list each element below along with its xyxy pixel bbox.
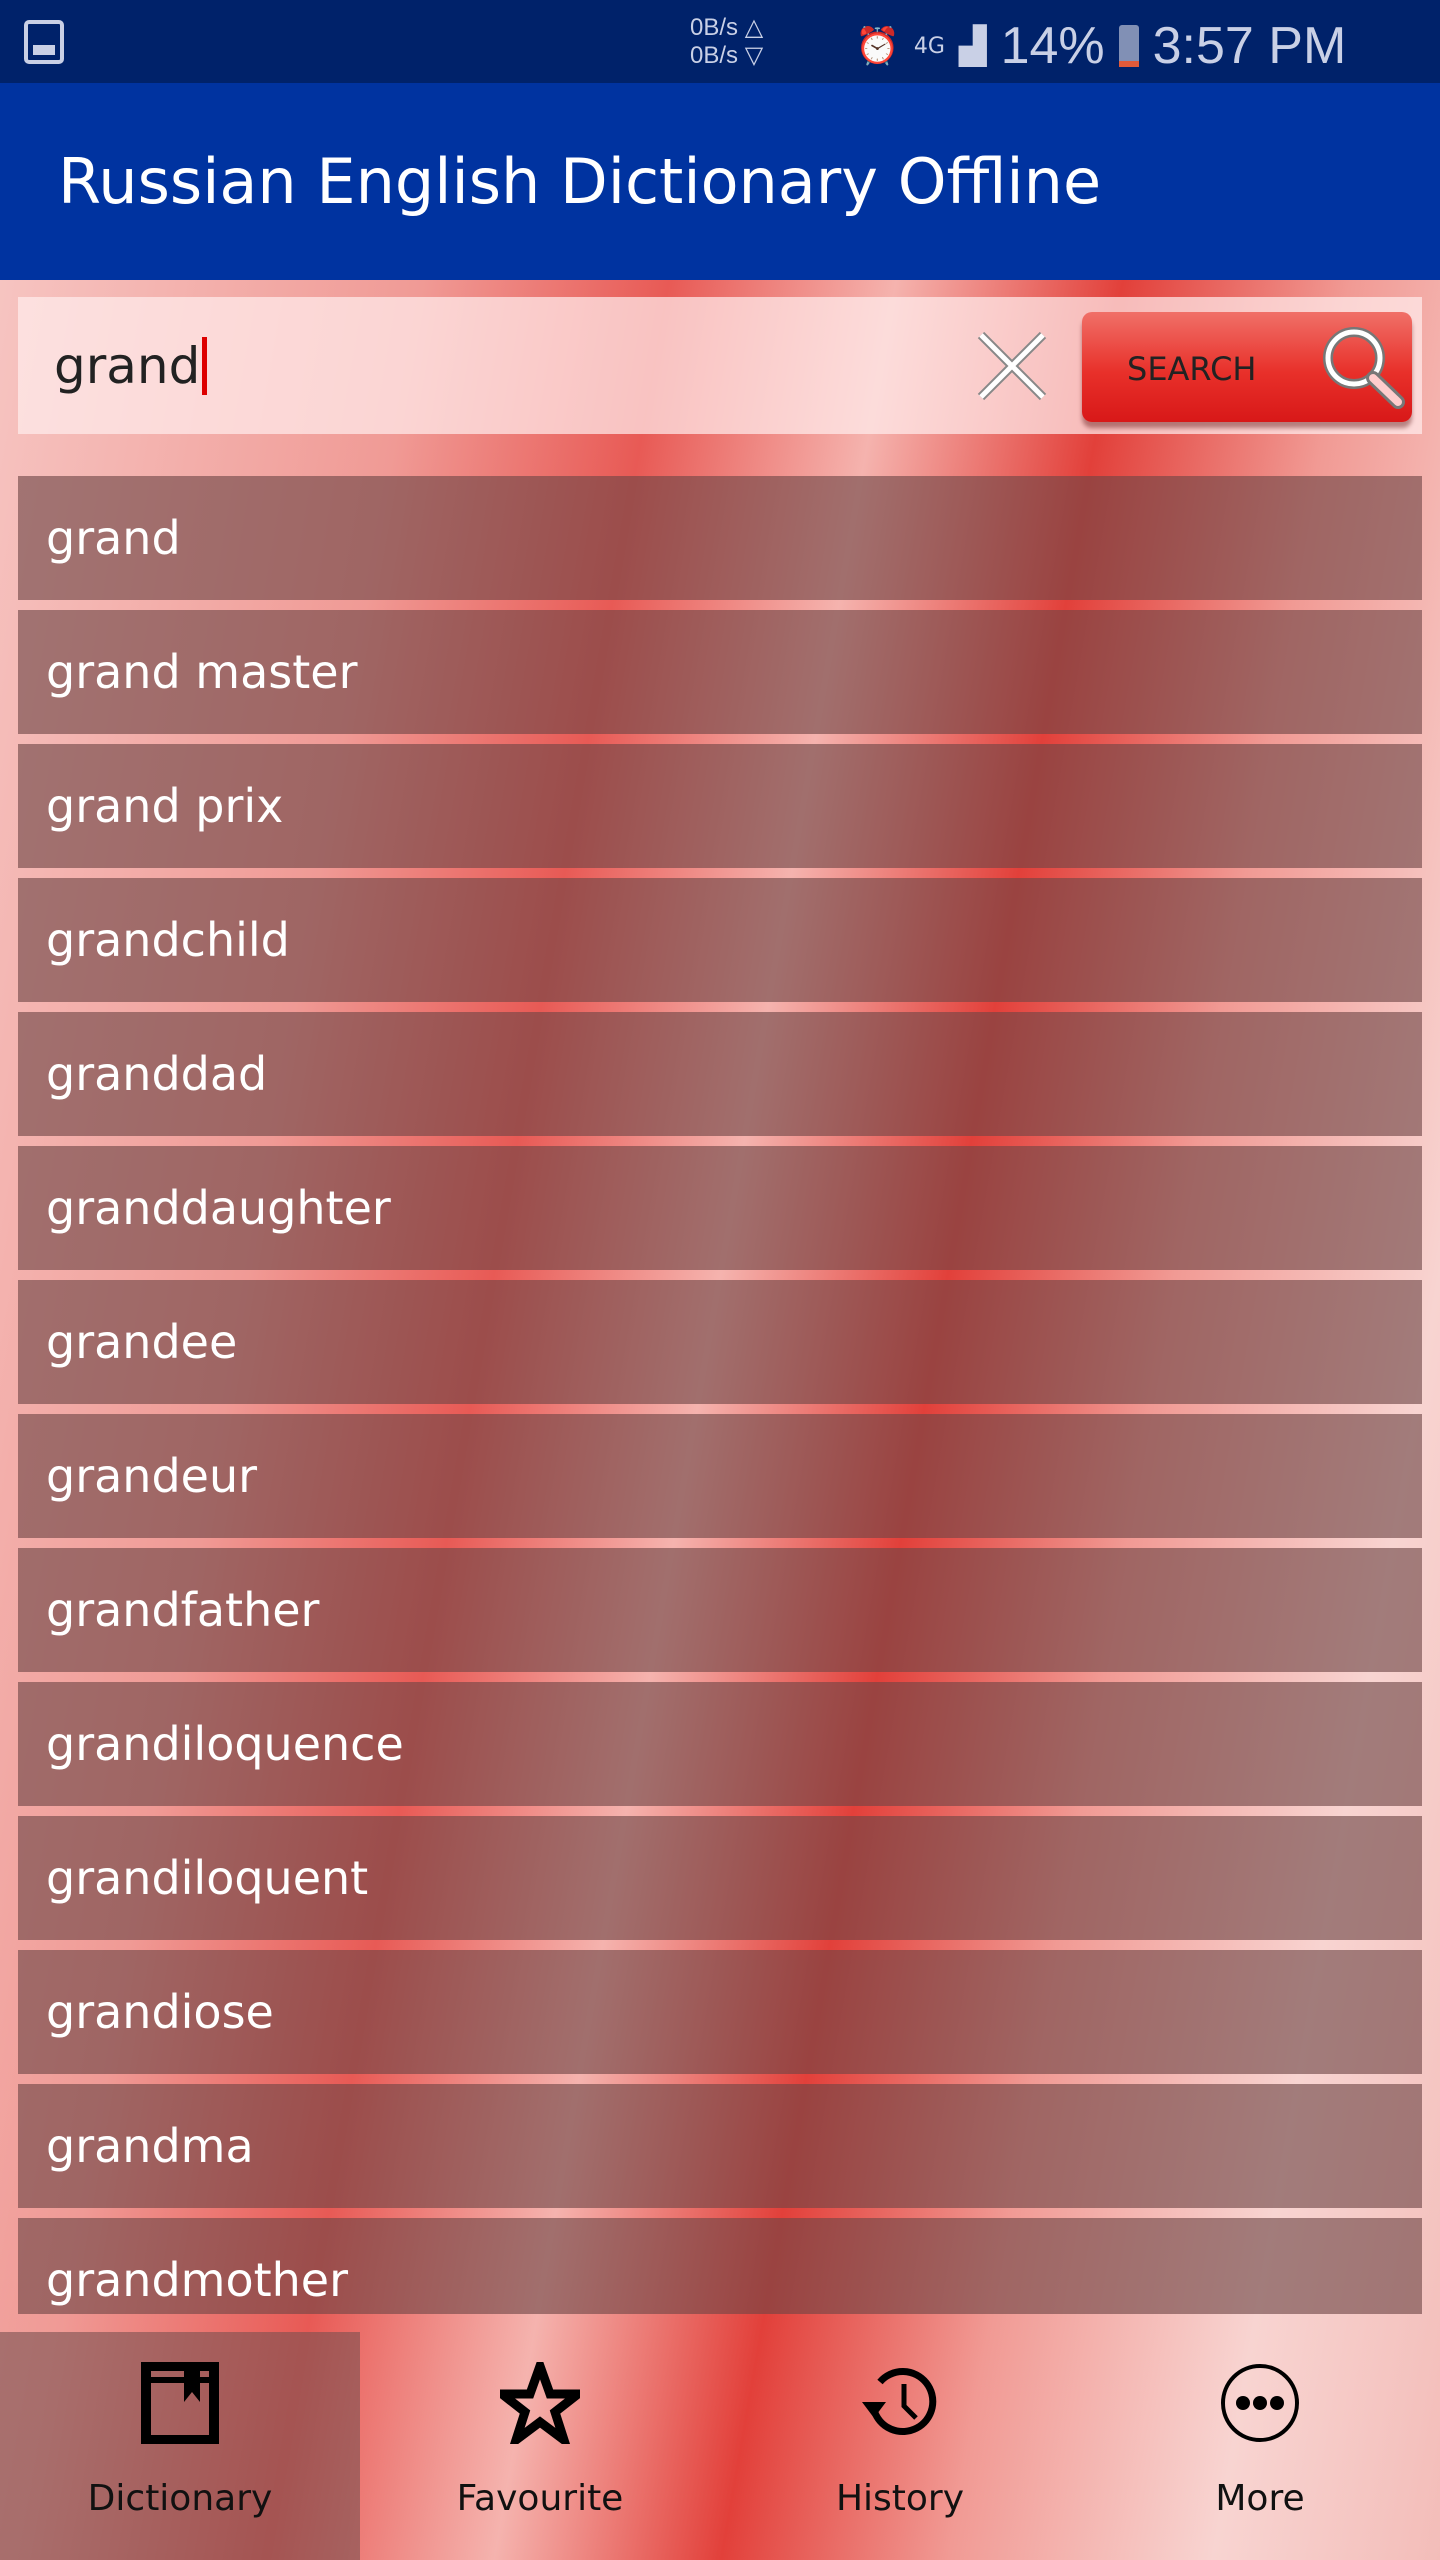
list-item[interactable]: granddaughter	[18, 1146, 1422, 1270]
list-item[interactable]: grandiose	[18, 1950, 1422, 2074]
list-item[interactable]: grandma	[18, 2084, 1422, 2208]
search-input[interactable]: grand	[54, 337, 208, 395]
list-item[interactable]: grandeur	[18, 1414, 1422, 1538]
list-item[interactable]: grand prix	[18, 744, 1422, 868]
list-item[interactable]: grand	[18, 476, 1422, 600]
signal-icon: ▟	[958, 25, 987, 67]
bottom-nav: Dictionary Favourite History More	[0, 2332, 1440, 2560]
book-bookmark-icon	[141, 2362, 219, 2444]
star-icon	[500, 2362, 580, 2444]
clock: 3:57 PM	[1152, 17, 1347, 75]
list-item[interactable]: grandiloquent	[18, 1816, 1422, 1940]
app-bar: Russian English Dictionary Offline	[0, 83, 1440, 280]
battery-icon	[1118, 25, 1139, 67]
network-speed: 0B/s △ 0B/s ▽	[690, 14, 764, 69]
tab-more[interactable]: More	[1080, 2332, 1440, 2560]
app-title: Russian English Dictionary Offline	[58, 145, 1102, 218]
tab-dictionary[interactable]: Dictionary	[0, 2332, 360, 2560]
results-list[interactable]: grand grand master grand prix grandchild gra…	[0, 476, 1440, 2314]
clear-icon[interactable]	[973, 327, 1051, 405]
list-item[interactable]: grand master	[18, 610, 1422, 734]
battery-percent: 14%	[1000, 17, 1105, 75]
list-item[interactable]: granddad	[18, 1012, 1422, 1136]
gallery-notification-icon	[24, 20, 64, 64]
more-icon	[1221, 2364, 1299, 2442]
tab-favourite[interactable]: Favourite	[360, 2332, 720, 2560]
list-item[interactable]: grandchild	[18, 878, 1422, 1002]
history-icon	[862, 2368, 937, 2435]
status-bar: 0B/s △ 0B/s ▽ ⏰ 4G ▟ 14% 3:57 PM	[0, 0, 1440, 83]
list-item[interactable]: grandmother	[18, 2218, 1422, 2314]
search-bar: grand SEARCH	[18, 297, 1422, 434]
tab-history[interactable]: History	[720, 2332, 1080, 2560]
network-type-icon: 4G	[913, 33, 945, 59]
search-icon	[1323, 327, 1405, 409]
list-item[interactable]: grandiloquence	[18, 1682, 1422, 1806]
search-button[interactable]: SEARCH	[1082, 312, 1412, 422]
alarm-icon: ⏰	[855, 26, 900, 67]
list-item[interactable]: grandfather	[18, 1548, 1422, 1672]
list-item[interactable]: grandee	[18, 1280, 1422, 1404]
